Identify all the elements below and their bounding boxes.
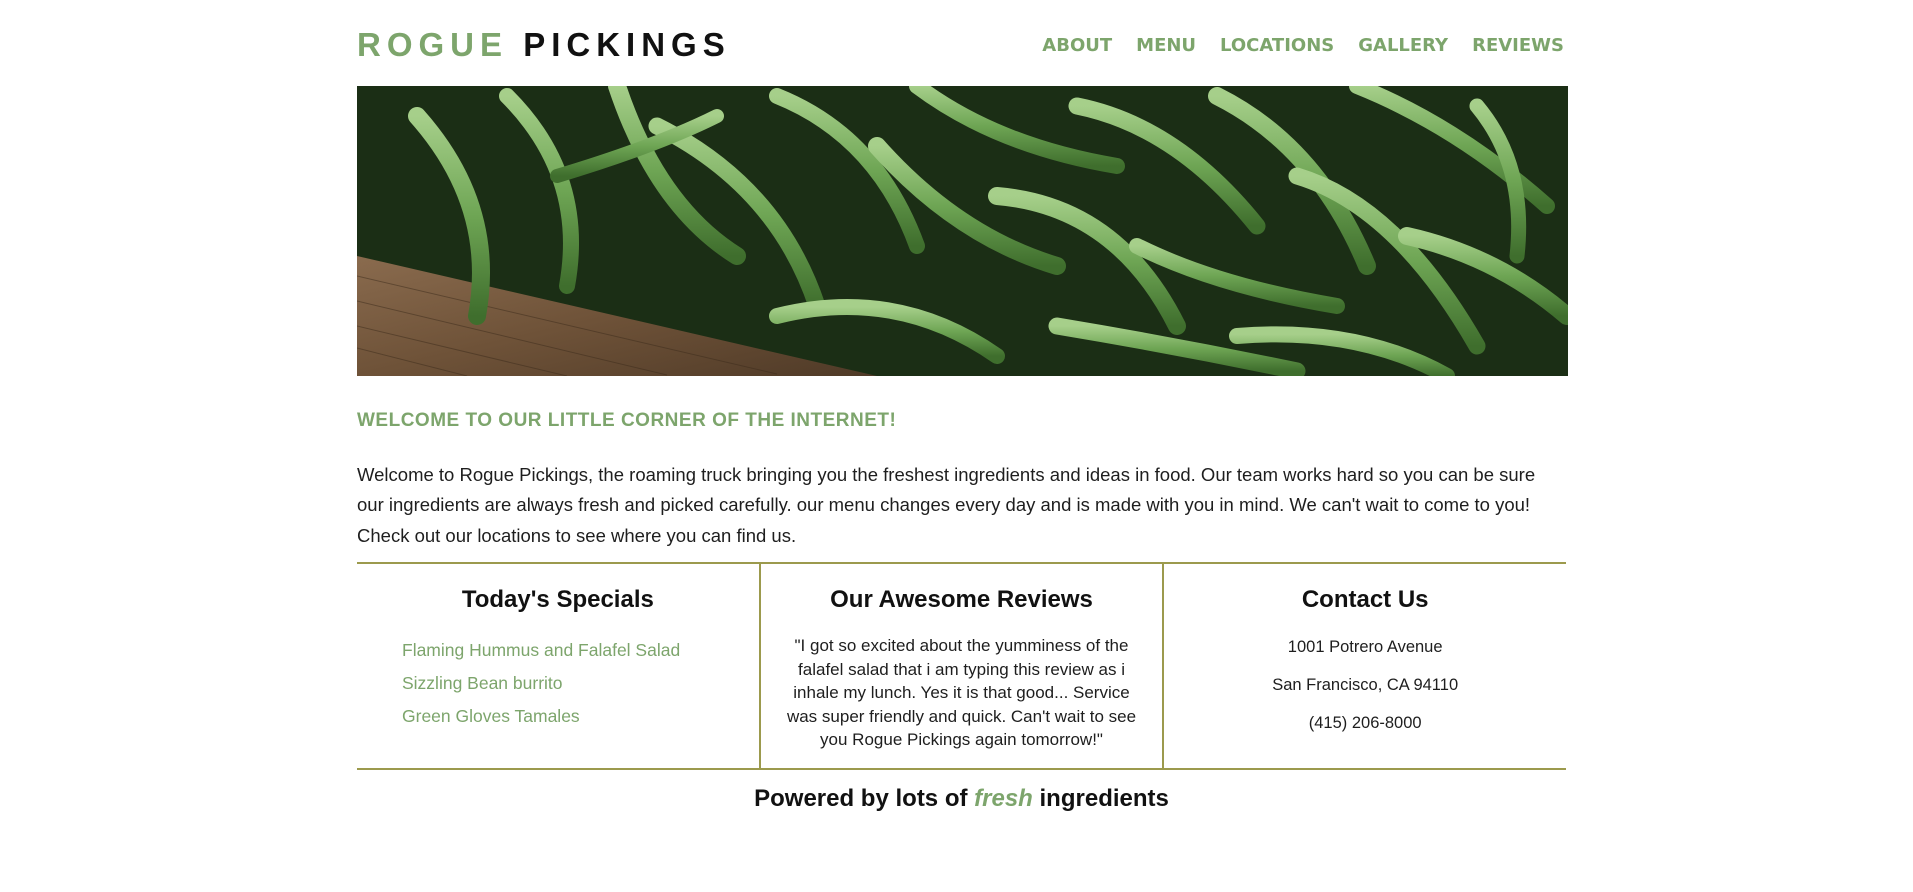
site-footer: Powered by lots of fresh ingredients — [357, 785, 1566, 813]
hero-image — [357, 86, 1568, 376]
welcome-heading: WELCOME TO OUR LITTLE CORNER OF THE INTE… — [357, 409, 897, 431]
contact-city: San Francisco, CA 94110 — [1272, 676, 1459, 694]
special-item[interactable]: Flaming Hummus and Falafel Salad — [402, 634, 759, 667]
logo-word-rogue: ROGUE — [357, 26, 509, 63]
site-header: ROGUE PICKINGS ABOUT MENU LOCATIONS GALL… — [357, 24, 1569, 66]
green-beans-illustration — [357, 86, 1568, 376]
special-item[interactable]: Green Gloves Tamales — [402, 700, 759, 733]
contact-street: 1001 Potrero Avenue — [1287, 638, 1443, 656]
contact-heading: Contact Us — [1301, 586, 1429, 613]
footer-prefix: Powered by lots of — [754, 785, 968, 812]
nav-link-reviews[interactable]: REVIEWS — [1472, 35, 1564, 56]
site-logo[interactable]: ROGUE PICKINGS — [357, 26, 731, 64]
contact-phone: (415) 206-8000 — [1308, 714, 1422, 732]
specials-list: Flaming Hummus and Falafel Salad Sizzlin… — [402, 634, 759, 733]
main-nav: ABOUT MENU LOCATIONS GALLERY REVIEWS — [1042, 35, 1564, 56]
special-item[interactable]: Sizzling Bean burrito — [402, 667, 759, 700]
reviews-column: Our Awesome Reviews "I got so excited ab… — [758, 564, 1163, 768]
logo-word-pickings: PICKINGS — [523, 26, 731, 63]
footer-suffix: ingredients — [1039, 785, 1169, 812]
nav-link-locations[interactable]: LOCATIONS — [1220, 35, 1334, 56]
contact-column: Contact Us 1001 Potrero Avenue San Franc… — [1162, 564, 1566, 768]
info-columns: Today's Specials Flaming Hummus and Fala… — [357, 562, 1566, 770]
review-quote: "I got so excited about the yumminess of… — [786, 636, 1137, 749]
contact-details: 1001 Potrero Avenue San Francisco, CA 94… — [1164, 628, 1566, 742]
specials-column: Today's Specials Flaming Hummus and Fala… — [357, 564, 759, 768]
nav-link-gallery[interactable]: GALLERY — [1358, 35, 1448, 56]
specials-heading: Today's Specials — [461, 586, 654, 613]
page: ROGUE PICKINGS ABOUT MENU LOCATIONS GALL… — [0, 0, 1913, 892]
reviews-heading: Our Awesome Reviews — [830, 586, 1093, 613]
nav-link-about[interactable]: ABOUT — [1042, 35, 1112, 56]
nav-link-menu[interactable]: MENU — [1136, 35, 1196, 56]
footer-emphasis: fresh — [974, 785, 1033, 812]
welcome-paragraph: Welcome to Rogue Pickings, the roaming t… — [357, 463, 1536, 546]
